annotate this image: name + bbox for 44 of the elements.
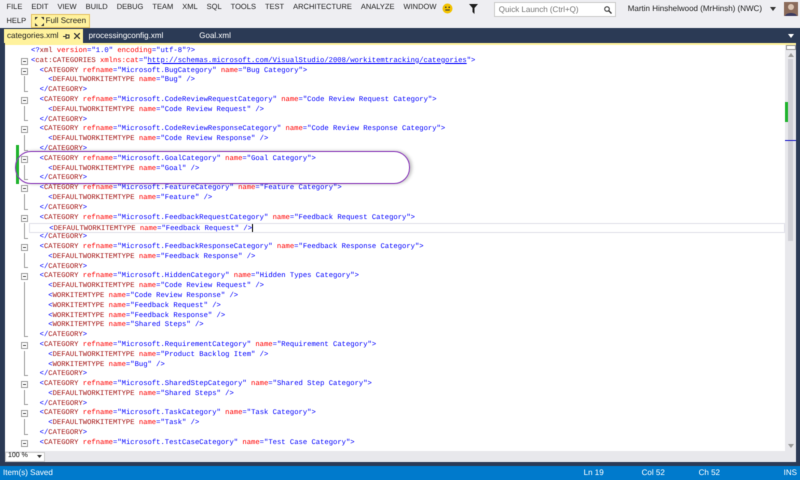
smiley-icon[interactable]	[442, 3, 453, 14]
tab-label: processingconfig.xml	[88, 30, 164, 42]
document-tab[interactable]: categories.xml	[4, 29, 83, 43]
insert-mode: INS	[784, 467, 797, 479]
collapse-icon[interactable]	[20, 381, 28, 388]
status-message: Item(s) Saved	[3, 467, 53, 479]
full-screen-button[interactable]: Full Screen	[30, 14, 90, 28]
scroll-up-icon	[788, 53, 794, 57]
collapse-icon[interactable]	[20, 342, 28, 349]
pin-icon[interactable]	[62, 32, 70, 40]
collapse-icon[interactable]	[20, 96, 28, 104]
collapse-icon[interactable]	[20, 273, 28, 280]
line-number: Ln 19	[584, 467, 605, 479]
document-tab[interactable]: processingconfig.xml	[82, 29, 170, 43]
filter-icon[interactable]	[468, 4, 478, 14]
quick-launch-field[interactable]: Quick Launch (Ctrl+Q)	[494, 2, 616, 17]
collapse-icon[interactable]	[20, 156, 28, 163]
collapse-icon[interactable]	[20, 244, 28, 251]
collapse-icon[interactable]	[20, 410, 28, 418]
scroll-down-icon	[788, 444, 794, 448]
collapse-icon[interactable]	[20, 68, 28, 75]
split-button[interactable]	[786, 45, 796, 50]
char-number: Ch 52	[698, 467, 722, 479]
search-icon[interactable]	[604, 6, 612, 14]
tab-label: categories.xml	[7, 30, 59, 42]
collapse-icon[interactable]	[20, 126, 28, 134]
collapse-icon[interactable]	[20, 214, 28, 222]
scroll-thumb[interactable]	[788, 59, 793, 241]
vertical-scrollbar[interactable]	[785, 45, 796, 451]
document-tab[interactable]: Goal.xml	[193, 29, 237, 43]
caret-icon	[770, 7, 776, 11]
caret-position-marker	[785, 140, 796, 141]
collapse-icon[interactable]	[20, 58, 28, 65]
caret-icon	[37, 455, 42, 458]
avatar[interactable]	[784, 2, 798, 16]
tab-label: Goal.xml	[199, 30, 231, 42]
column-number: Col 52	[642, 467, 666, 479]
dropdown-icon[interactable]	[788, 34, 794, 38]
collapse-icon[interactable]	[20, 440, 28, 447]
expand-icon	[34, 16, 44, 26]
user-name[interactable]: Martin Hinshelwood (MrHinsh) (NWC)	[628, 2, 762, 16]
close-icon[interactable]	[74, 33, 80, 39]
collapse-icon[interactable]	[20, 185, 28, 192]
change-marker	[785, 102, 788, 122]
